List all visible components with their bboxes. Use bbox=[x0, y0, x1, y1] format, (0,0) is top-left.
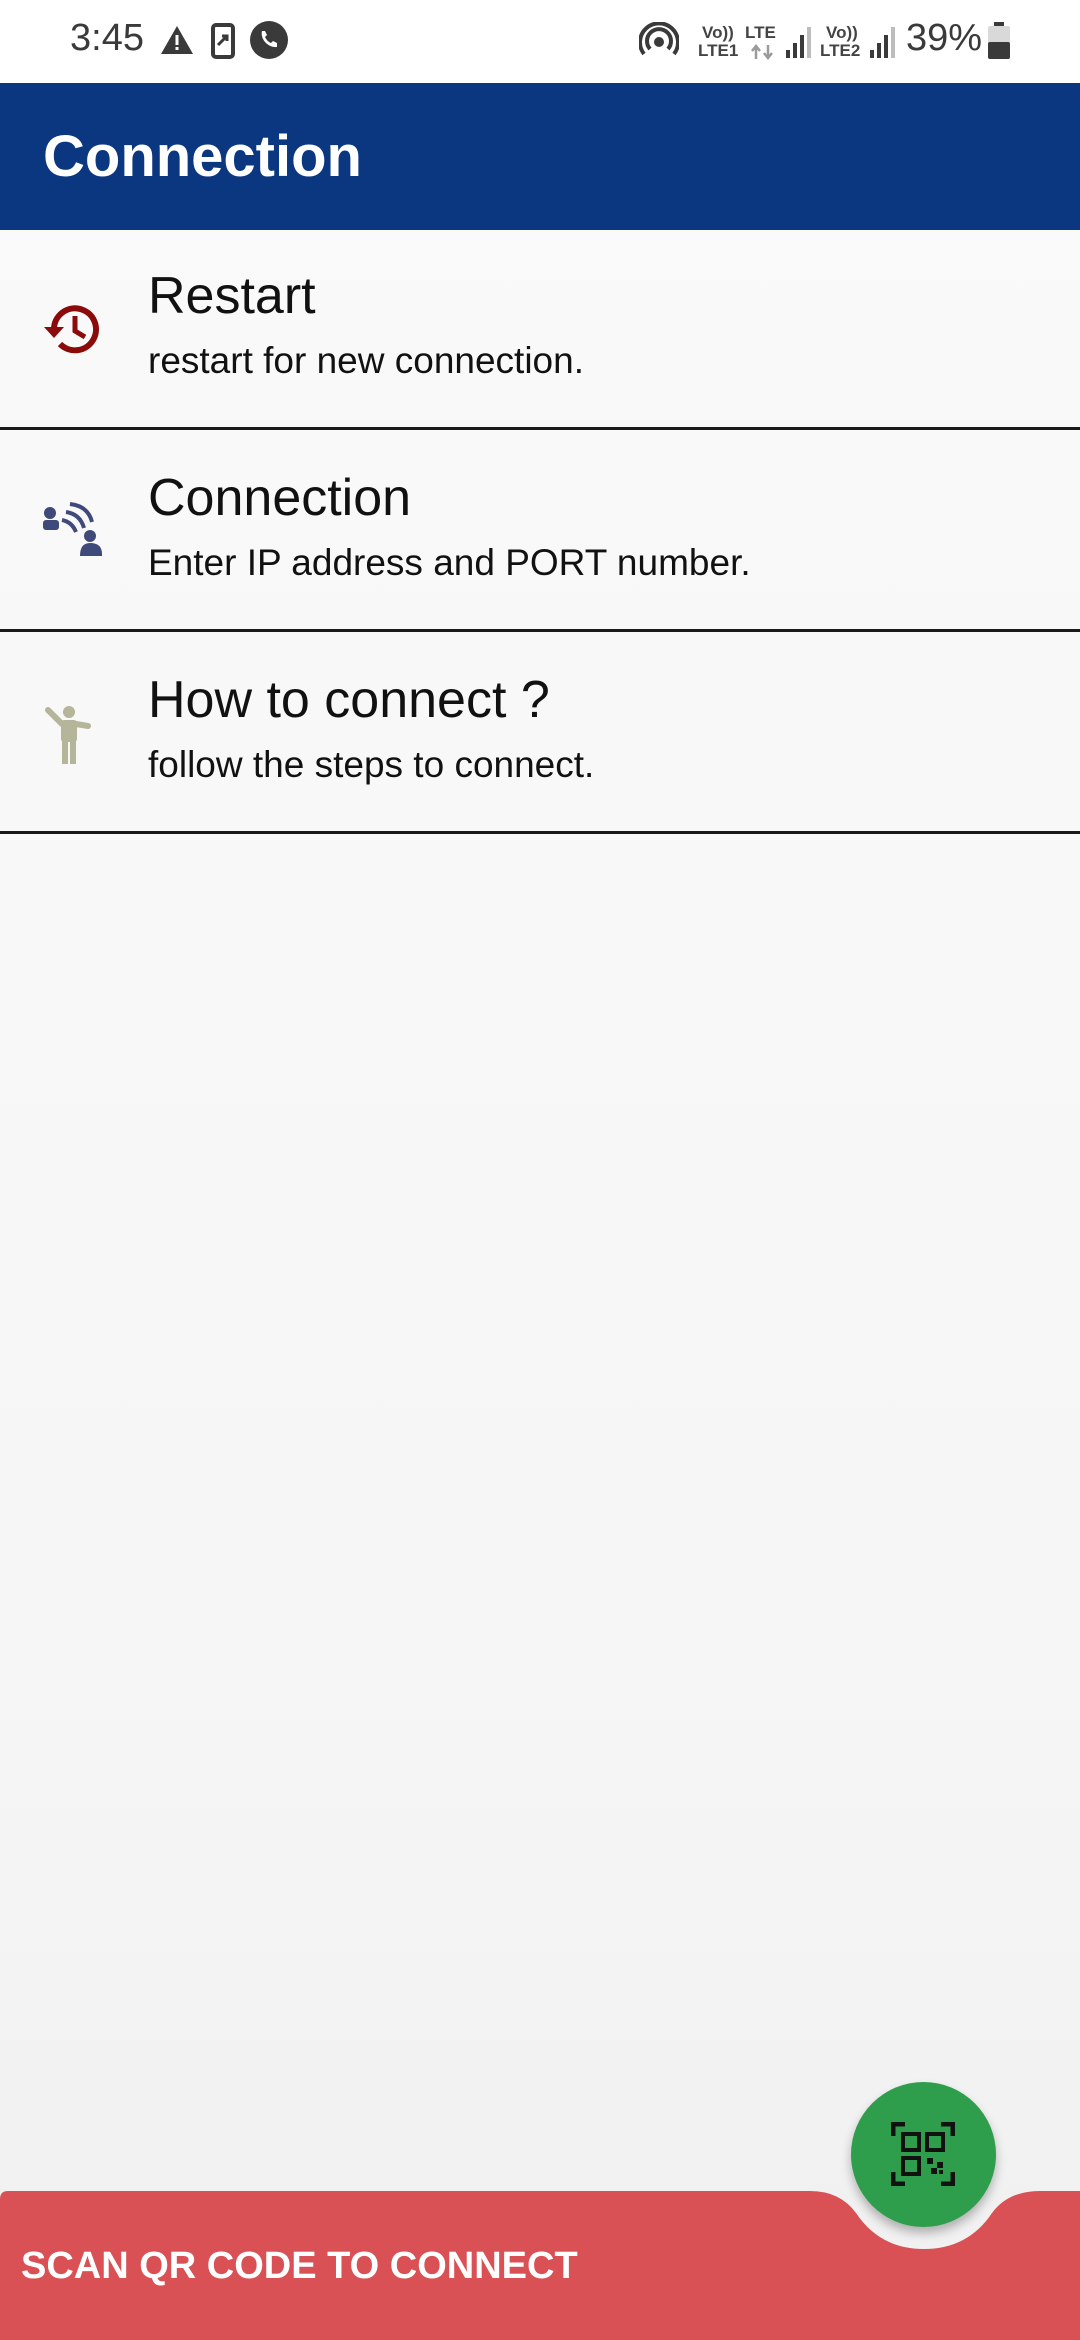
status-bar: 3:45 Vo)) LTE1 LTE Vo)) LTE2 39% bbox=[0, 0, 1080, 83]
wireless-people-icon bbox=[43, 502, 102, 556]
battery-percent: 39% bbox=[905, 17, 982, 59]
signal-icon bbox=[786, 27, 811, 58]
scan-qr-label[interactable]: SCAN QR CODE TO CONNECT bbox=[21, 2245, 578, 2288]
menu-item-how-to-connect[interactable]: How to connect ? follow the steps to con… bbox=[0, 634, 1080, 834]
signal-icon bbox=[870, 27, 895, 58]
warning-icon bbox=[161, 26, 193, 54]
person-waving-icon bbox=[45, 706, 91, 764]
menu-item-subtitle: restart for new connection. bbox=[148, 340, 584, 381]
menu-item-title: How to connect ? bbox=[148, 671, 550, 729]
hotspot-icon bbox=[639, 22, 679, 56]
net1-bottom: LTE1 bbox=[698, 41, 739, 60]
history-icon bbox=[44, 305, 99, 354]
battery-icon bbox=[988, 22, 1010, 59]
net2-top: Vo)) bbox=[826, 23, 858, 42]
menu-item-subtitle: Enter IP address and PORT number. bbox=[148, 542, 751, 583]
scan-qr-button[interactable] bbox=[851, 2082, 996, 2227]
menu-item-connection[interactable]: Connection Enter IP address and PORT num… bbox=[0, 432, 1080, 632]
data-arrows-icon bbox=[751, 44, 773, 60]
app-bar: Connection bbox=[0, 83, 1080, 230]
status-time: 3:45 bbox=[70, 17, 144, 59]
menu-item-title: Connection bbox=[148, 469, 412, 527]
phone-icon bbox=[250, 21, 288, 59]
net2-bottom: LTE2 bbox=[820, 41, 861, 60]
qr-scan-icon bbox=[891, 2122, 955, 2186]
screen-share-icon bbox=[211, 23, 235, 59]
menu-item-subtitle: follow the steps to connect. bbox=[148, 744, 595, 785]
menu-item-restart[interactable]: Restart restart for new connection. bbox=[0, 230, 1080, 430]
net-mid-top: LTE bbox=[745, 23, 776, 42]
menu-item-title: Restart bbox=[148, 267, 316, 325]
net1-top: Vo)) bbox=[702, 23, 734, 42]
page-title: Connection bbox=[43, 124, 362, 189]
